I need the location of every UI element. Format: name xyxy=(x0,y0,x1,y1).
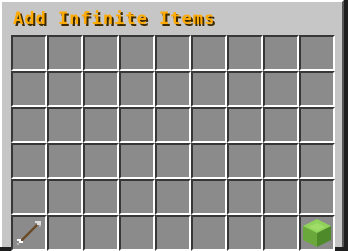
inventory-slot[interactable] xyxy=(11,179,47,215)
inventory-slot[interactable] xyxy=(83,71,119,107)
inventory-slot[interactable] xyxy=(119,35,155,71)
inventory-slot[interactable] xyxy=(299,71,335,107)
inventory-slot[interactable] xyxy=(191,215,227,251)
inventory-slot[interactable] xyxy=(83,179,119,215)
slime-block-icon xyxy=(303,219,331,247)
inventory-slot[interactable] xyxy=(11,107,47,143)
inventory-slot[interactable] xyxy=(263,107,299,143)
inventory-slot[interactable] xyxy=(191,143,227,179)
inventory-slot[interactable] xyxy=(155,215,191,251)
inventory-slot[interactable] xyxy=(11,215,47,251)
inventory-slot[interactable] xyxy=(227,71,263,107)
inventory-slot[interactable] xyxy=(119,71,155,107)
inventory-slot[interactable] xyxy=(299,215,335,251)
inventory-slot[interactable] xyxy=(155,143,191,179)
inventory-slot[interactable] xyxy=(155,35,191,71)
inventory-slot[interactable] xyxy=(299,179,335,215)
inventory-slot[interactable] xyxy=(47,215,83,251)
inventory-slot[interactable] xyxy=(227,107,263,143)
inventory-slot[interactable] xyxy=(227,143,263,179)
inventory-slot[interactable] xyxy=(227,35,263,71)
inventory-slot[interactable] xyxy=(263,35,299,71)
inventory-slot[interactable] xyxy=(299,143,335,179)
inventory-panel: Add Infinite Items xyxy=(0,0,344,251)
inventory-slot[interactable] xyxy=(83,215,119,251)
inventory-slot[interactable] xyxy=(11,35,47,71)
inventory-slot[interactable] xyxy=(263,143,299,179)
inventory-slot[interactable] xyxy=(47,35,83,71)
inventory-slot[interactable] xyxy=(299,35,335,71)
inventory-slot[interactable] xyxy=(263,179,299,215)
inventory-slot[interactable] xyxy=(191,107,227,143)
inventory-slot[interactable] xyxy=(47,71,83,107)
inventory-slot[interactable] xyxy=(263,71,299,107)
inventory-slot[interactable] xyxy=(227,215,263,251)
inventory-slot[interactable] xyxy=(299,107,335,143)
inventory-slot[interactable] xyxy=(119,215,155,251)
inventory-slot[interactable] xyxy=(155,107,191,143)
inventory-slot[interactable] xyxy=(119,179,155,215)
inventory-slot[interactable] xyxy=(83,35,119,71)
inventory-slot[interactable] xyxy=(155,71,191,107)
inventory-slot[interactable] xyxy=(119,107,155,143)
inventory-slot[interactable] xyxy=(83,143,119,179)
inventory-slot[interactable] xyxy=(263,215,299,251)
inventory-title: Add Infinite Items xyxy=(13,9,216,29)
inventory-slot[interactable] xyxy=(191,35,227,71)
inventory-slot[interactable] xyxy=(47,107,83,143)
inventory-slot[interactable] xyxy=(47,143,83,179)
inventory-slot[interactable] xyxy=(11,71,47,107)
inventory-slot[interactable] xyxy=(83,107,119,143)
arrow-item-icon xyxy=(17,221,41,245)
inventory-slot[interactable] xyxy=(47,179,83,215)
inventory-slot[interactable] xyxy=(155,179,191,215)
inventory-slot[interactable] xyxy=(191,179,227,215)
inventory-slot[interactable] xyxy=(11,143,47,179)
inventory-slot[interactable] xyxy=(191,71,227,107)
inventory-slot[interactable] xyxy=(227,179,263,215)
inventory-slot[interactable] xyxy=(119,143,155,179)
